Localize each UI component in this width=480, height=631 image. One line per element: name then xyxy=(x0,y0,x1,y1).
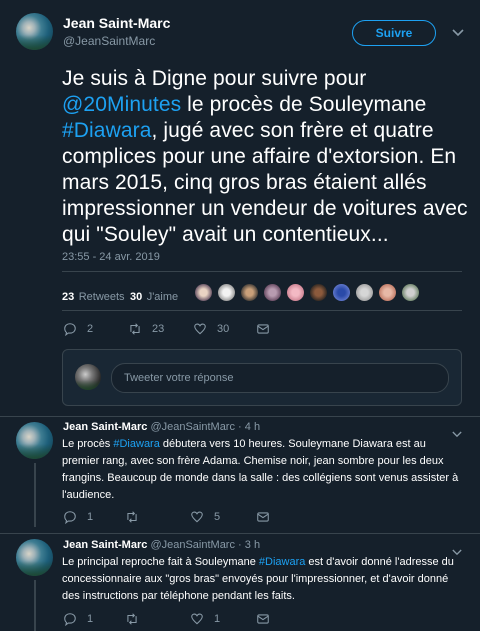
liker-avatar[interactable] xyxy=(194,283,213,302)
tweet-timestamp[interactable]: 23:55 - 24 avr. 2019 xyxy=(62,251,160,263)
reply-count: 2 xyxy=(87,323,94,335)
message-action[interactable] xyxy=(256,612,270,626)
retweet-icon xyxy=(127,511,137,523)
reply-count: 1 xyxy=(87,613,94,625)
retweets-count: 23 xyxy=(62,291,75,303)
mention-link[interactable]: @20Minutes xyxy=(62,93,181,116)
like-action[interactable]: 30 xyxy=(193,322,229,336)
user-avatar xyxy=(75,364,101,390)
reply-text-part: Le procès xyxy=(62,438,114,450)
reply-action[interactable]: 1 xyxy=(63,612,93,626)
reply-author-handle[interactable]: @JeanSaintMarc xyxy=(150,539,235,551)
likes-stat[interactable]: 30 J'aime xyxy=(130,287,178,305)
divider xyxy=(0,416,480,417)
author-name[interactable]: Jean Saint-Marc xyxy=(63,15,170,31)
liker-avatar[interactable] xyxy=(263,283,282,302)
reply-count: 1 xyxy=(87,511,94,523)
divider xyxy=(62,310,462,311)
retweets-stat[interactable]: 23 Retweets xyxy=(62,287,125,305)
envelope-icon xyxy=(257,614,269,624)
liker-avatars[interactable] xyxy=(194,283,420,302)
reply-author-handle[interactable]: @JeanSaintMarc xyxy=(150,421,235,433)
liker-avatar[interactable] xyxy=(332,283,351,302)
retweet-action[interactable] xyxy=(125,612,139,626)
like-count: 30 xyxy=(217,323,230,335)
author-handle[interactable]: @JeanSaintMarc xyxy=(63,34,155,48)
reply-text: Le procès #Diawara débutera vers 10 heur… xyxy=(62,436,462,504)
tweet-text: Je suis à Digne pour suivre pour @20Minu… xyxy=(62,66,472,248)
reply-author-avatar[interactable] xyxy=(16,539,53,576)
hashtag-link[interactable]: #Diawara xyxy=(62,119,152,142)
reply-time[interactable]: · 3 h xyxy=(238,539,260,551)
retweet-action[interactable]: 23 xyxy=(128,322,164,336)
retweet-count: 23 xyxy=(152,323,165,335)
reply-author-name[interactable]: Jean Saint-Marc xyxy=(63,539,147,551)
like-count: 5 xyxy=(214,511,221,523)
likes-label: J'aime xyxy=(146,291,179,303)
retweet-action[interactable] xyxy=(125,510,139,524)
liker-avatar[interactable] xyxy=(401,283,420,302)
reply-header: Jean Saint-Marc @JeanSaintMarc · 4 h xyxy=(63,421,260,433)
reply-icon xyxy=(64,511,76,524)
liker-avatar[interactable] xyxy=(240,283,259,302)
thread-line xyxy=(34,463,36,527)
chevron-down-icon[interactable] xyxy=(452,26,464,40)
retweet-icon xyxy=(127,613,137,625)
reply-author-name[interactable]: Jean Saint-Marc xyxy=(63,421,147,433)
envelope-icon xyxy=(257,324,269,334)
message-action[interactable] xyxy=(256,510,270,524)
liker-avatar[interactable] xyxy=(355,283,374,302)
follow-button[interactable]: Suivre xyxy=(352,20,436,46)
reply-action[interactable]: 1 xyxy=(63,510,93,524)
liker-avatar[interactable] xyxy=(309,283,328,302)
heart-icon xyxy=(191,511,203,523)
tweet-text-part: Je suis à Digne pour suivre pour xyxy=(62,67,367,90)
reply-icon xyxy=(64,613,76,626)
divider xyxy=(0,533,480,534)
liker-avatar[interactable] xyxy=(286,283,305,302)
reply-author-avatar[interactable] xyxy=(16,422,53,459)
message-action[interactable] xyxy=(256,322,270,336)
author-avatar[interactable] xyxy=(16,13,53,50)
hashtag-link[interactable]: #Diawara xyxy=(113,438,159,450)
likes-count: 30 xyxy=(130,291,143,303)
like-action[interactable]: 1 xyxy=(190,612,220,626)
reply-header: Jean Saint-Marc @JeanSaintMarc · 3 h xyxy=(63,539,260,551)
reply-text-part: Le principal reproche fait à Souleymane xyxy=(62,556,259,568)
reply-time[interactable]: · 4 h xyxy=(238,421,260,433)
envelope-icon xyxy=(257,512,269,522)
retweet-icon xyxy=(130,323,140,335)
reply-input[interactable]: Tweeter votre réponse xyxy=(111,363,449,393)
tweet-text-part: le procès de Souleymane xyxy=(181,93,427,116)
thread-line xyxy=(34,580,36,631)
liker-avatar[interactable] xyxy=(217,283,236,302)
heart-icon xyxy=(191,613,203,625)
like-count: 1 xyxy=(214,613,221,625)
liker-avatar[interactable] xyxy=(378,283,397,302)
like-action[interactable]: 5 xyxy=(190,510,220,524)
reply-action[interactable]: 2 xyxy=(63,322,93,336)
reply-composer: Tweeter votre réponse xyxy=(62,349,462,406)
reply-text: Le principal reproche fait à Souleymane … xyxy=(62,554,462,605)
hashtag-link[interactable]: #Diawara xyxy=(259,556,305,568)
retweets-label: Retweets xyxy=(78,291,125,303)
heart-icon xyxy=(194,323,206,335)
divider xyxy=(62,271,462,272)
reply-icon xyxy=(64,323,76,336)
